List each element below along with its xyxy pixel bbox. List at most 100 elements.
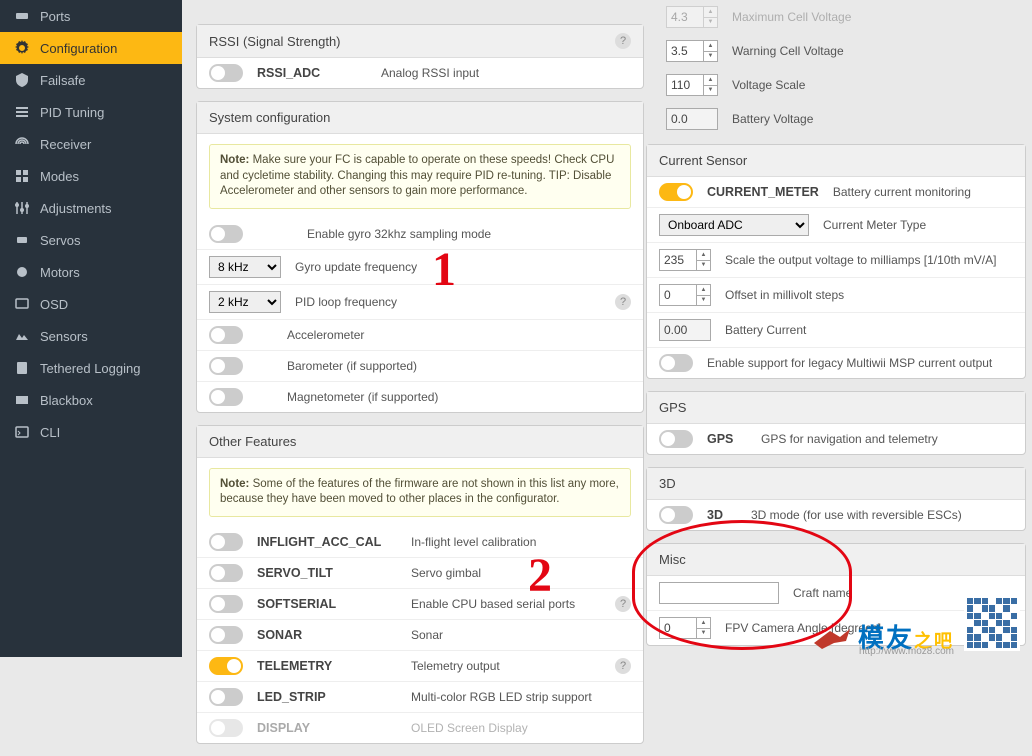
- qr-code: [964, 595, 1020, 651]
- mag-toggle[interactable]: [209, 388, 243, 406]
- row-desc: Scale the output voltage to milliamps [1…: [725, 253, 996, 267]
- help-icon[interactable]: ?: [615, 33, 631, 49]
- other-panel: Other Features Note: Some of the feature…: [196, 425, 644, 744]
- spinner-icon[interactable]: ▲▼: [703, 7, 717, 27]
- three-d-header: 3D: [647, 468, 1025, 500]
- misc-header: Misc: [647, 544, 1025, 576]
- feature-name: INFLIGHT_ACC_CAL: [257, 535, 397, 549]
- feature-name: SONAR: [257, 628, 397, 642]
- sidebar-item-motors[interactable]: Motors: [0, 256, 182, 288]
- sidebar-item-osd[interactable]: OSD: [0, 288, 182, 320]
- spinner-icon[interactable]: ▲▼: [696, 618, 710, 638]
- sidebar-label: Blackbox: [40, 393, 93, 408]
- sidebar-label: CLI: [40, 425, 60, 440]
- batcurr-readout: 0.00: [659, 319, 711, 341]
- sidebar-item-ports[interactable]: Ports: [0, 0, 182, 32]
- motors-icon: [14, 264, 30, 280]
- sidebar-label: Configuration: [40, 41, 117, 56]
- cli-icon: [14, 424, 30, 440]
- sidebar-item-tethered[interactable]: Tethered Logging: [0, 352, 182, 384]
- rssi-adc-row: RSSI_ADC Analog RSSI input: [197, 58, 643, 88]
- feature-name: SERVO_TILT: [257, 566, 397, 580]
- sidebar-item-servos[interactable]: Servos: [0, 224, 182, 256]
- baro-toggle[interactable]: [209, 357, 243, 375]
- sidebar-item-receiver[interactable]: Receiver: [0, 128, 182, 160]
- row-desc: Maximum Cell Voltage: [732, 10, 851, 24]
- sonar-toggle[interactable]: [209, 626, 243, 644]
- help-icon[interactable]: ?: [615, 294, 631, 310]
- telemetry-toggle[interactable]: [209, 657, 243, 675]
- watermark-brand: 模友之吧 http://www.moz8.com: [812, 618, 954, 655]
- three-d-toggle[interactable]: [659, 506, 693, 524]
- baro-row: Barometer (if supported): [197, 351, 643, 382]
- maxcell-input[interactable]: 4.3▲▼: [666, 6, 718, 28]
- sidebar-label: Sensors: [40, 329, 88, 344]
- sidebar-label: OSD: [40, 297, 68, 312]
- spinner-icon[interactable]: ▲▼: [696, 250, 710, 270]
- feature-name: RSSI_ADC: [257, 66, 367, 80]
- osd-icon: [14, 296, 30, 312]
- sidebar-label: Ports: [40, 9, 70, 24]
- warncell-row: 3.5▲▼ Warning Cell Voltage: [654, 34, 1018, 68]
- metertype-select[interactable]: Onboard ADC: [659, 214, 809, 236]
- sidebar-item-pid[interactable]: PID Tuning: [0, 96, 182, 128]
- sidebar-label: Motors: [40, 265, 80, 280]
- plane-icon: [812, 623, 852, 651]
- row-desc: Enable gyro 32khz sampling mode: [307, 227, 491, 241]
- gyro-update-select[interactable]: 8 kHz: [209, 256, 281, 278]
- panel-title: RSSI (Signal Strength): [209, 34, 341, 49]
- servotilt-toggle[interactable]: [209, 564, 243, 582]
- sidebar: Ports Configuration Failsafe PID Tuning …: [0, 0, 182, 657]
- sidebar-item-cli[interactable]: CLI: [0, 416, 182, 448]
- gps-toggle[interactable]: [659, 430, 693, 448]
- sidebar-item-adjustments[interactable]: Adjustments: [0, 192, 182, 224]
- row-desc: Gyro update frequency: [295, 260, 417, 274]
- help-icon[interactable]: ?: [615, 596, 631, 612]
- current-header: Current Sensor: [647, 145, 1025, 177]
- voltscale-input[interactable]: 110▲▼: [666, 74, 718, 96]
- warncell-input[interactable]: 3.5▲▼: [666, 40, 718, 62]
- pid-loop-select[interactable]: 2 kHz: [209, 291, 281, 313]
- feature-desc: Battery current monitoring: [833, 185, 971, 199]
- gps-row: GPSGPS for navigation and telemetry: [647, 424, 1025, 454]
- gps-header: GPS: [647, 392, 1025, 424]
- help-icon[interactable]: ?: [615, 658, 631, 674]
- display-row: DISPLAYOLED Screen Display: [197, 713, 643, 743]
- sidebar-item-blackbox[interactable]: Blackbox: [0, 384, 182, 416]
- row-desc: Current Meter Type: [823, 218, 926, 232]
- sidebar-item-modes[interactable]: Modes: [0, 160, 182, 192]
- row-desc: Warning Cell Voltage: [732, 44, 844, 58]
- feature-name: CURRENT_METER: [707, 185, 819, 199]
- spinner-icon[interactable]: ▲▼: [703, 75, 717, 95]
- inflight-toggle[interactable]: [209, 533, 243, 551]
- gyro32khz-toggle[interactable]: [209, 225, 243, 243]
- display-toggle[interactable]: [209, 719, 243, 737]
- offset-input[interactable]: 0▲▼: [659, 284, 711, 306]
- servos-icon: [14, 232, 30, 248]
- watermark-url: http://www.moz8.com: [859, 646, 954, 657]
- row-desc: Battery Voltage: [732, 112, 813, 126]
- row-desc: Accelerometer: [287, 328, 364, 342]
- craftname-input[interactable]: [659, 582, 779, 604]
- currmeter-row: CURRENT_METER Battery current monitoring: [647, 177, 1025, 208]
- scale-input[interactable]: 235▲▼: [659, 249, 711, 271]
- panel-title: Other Features: [209, 434, 296, 449]
- spinner-icon[interactable]: ▲▼: [696, 285, 710, 305]
- softserial-toggle[interactable]: [209, 595, 243, 613]
- legacy-toggle[interactable]: [659, 354, 693, 372]
- telemetry-row: TELEMETRYTelemetry output?: [197, 651, 643, 682]
- accel-toggle[interactable]: [209, 326, 243, 344]
- sidebar-item-failsafe[interactable]: Failsafe: [0, 64, 182, 96]
- sidebar-item-configuration[interactable]: Configuration: [0, 32, 182, 64]
- adjust-icon: [14, 200, 30, 216]
- sidebar-item-sensors[interactable]: Sensors: [0, 320, 182, 352]
- accel-row: Accelerometer: [197, 320, 643, 351]
- ledstrip-toggle[interactable]: [209, 688, 243, 706]
- row-desc: Magnetometer (if supported): [287, 390, 438, 404]
- spinner-icon[interactable]: ▲▼: [703, 41, 717, 61]
- fpv-input[interactable]: 0▲▼: [659, 617, 711, 639]
- feature-desc: Servo gimbal: [411, 566, 481, 580]
- rssi-adc-toggle[interactable]: [209, 64, 243, 82]
- log-icon: [14, 360, 30, 376]
- currmeter-toggle[interactable]: [659, 183, 693, 201]
